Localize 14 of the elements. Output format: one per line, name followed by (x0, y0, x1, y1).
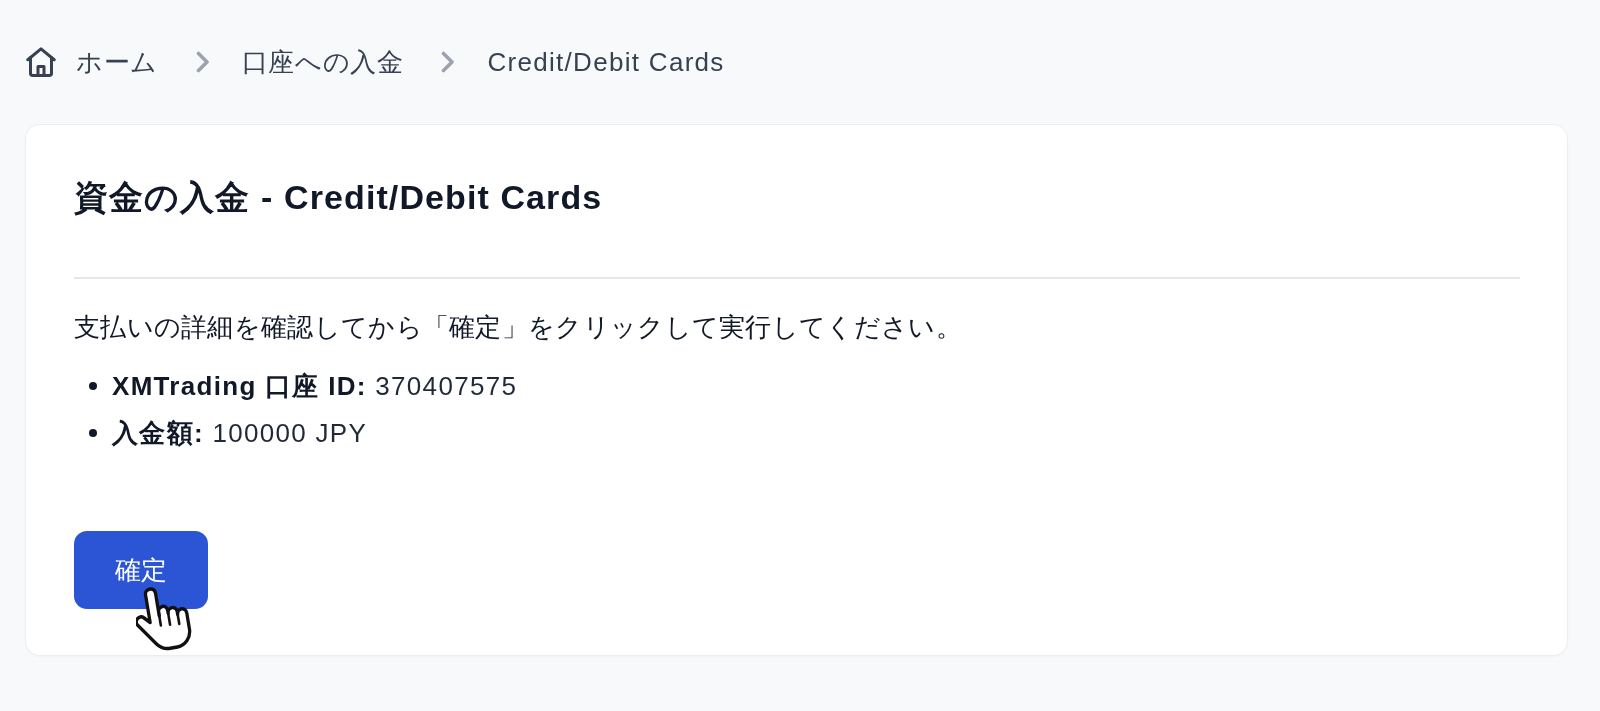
bullet-icon (89, 428, 97, 437)
bullet-icon (89, 381, 97, 390)
chevron-right-icon (195, 51, 210, 73)
hand-pointer-icon (136, 587, 192, 651)
breadcrumb-link[interactable]: 口座への入金 (241, 44, 404, 80)
page-title: 資金の入金 - Credit/Debit Cards (74, 177, 604, 217)
current-page-label: Credit/Debit Cards (487, 46, 725, 79)
instruction-text: 支払いの詳細を確認してから「確定」をクリックして実行してください。 (74, 311, 963, 344)
detail-item: 入金額: 100000 JPY (112, 416, 368, 450)
confirm-button[interactable]: 確定 (74, 531, 208, 609)
home-icon (26, 47, 56, 77)
detail-item: XMTrading 口座 ID: 370407575 (112, 369, 518, 403)
chevron-right-icon (441, 51, 456, 73)
home-link[interactable]: ホーム (76, 44, 158, 80)
